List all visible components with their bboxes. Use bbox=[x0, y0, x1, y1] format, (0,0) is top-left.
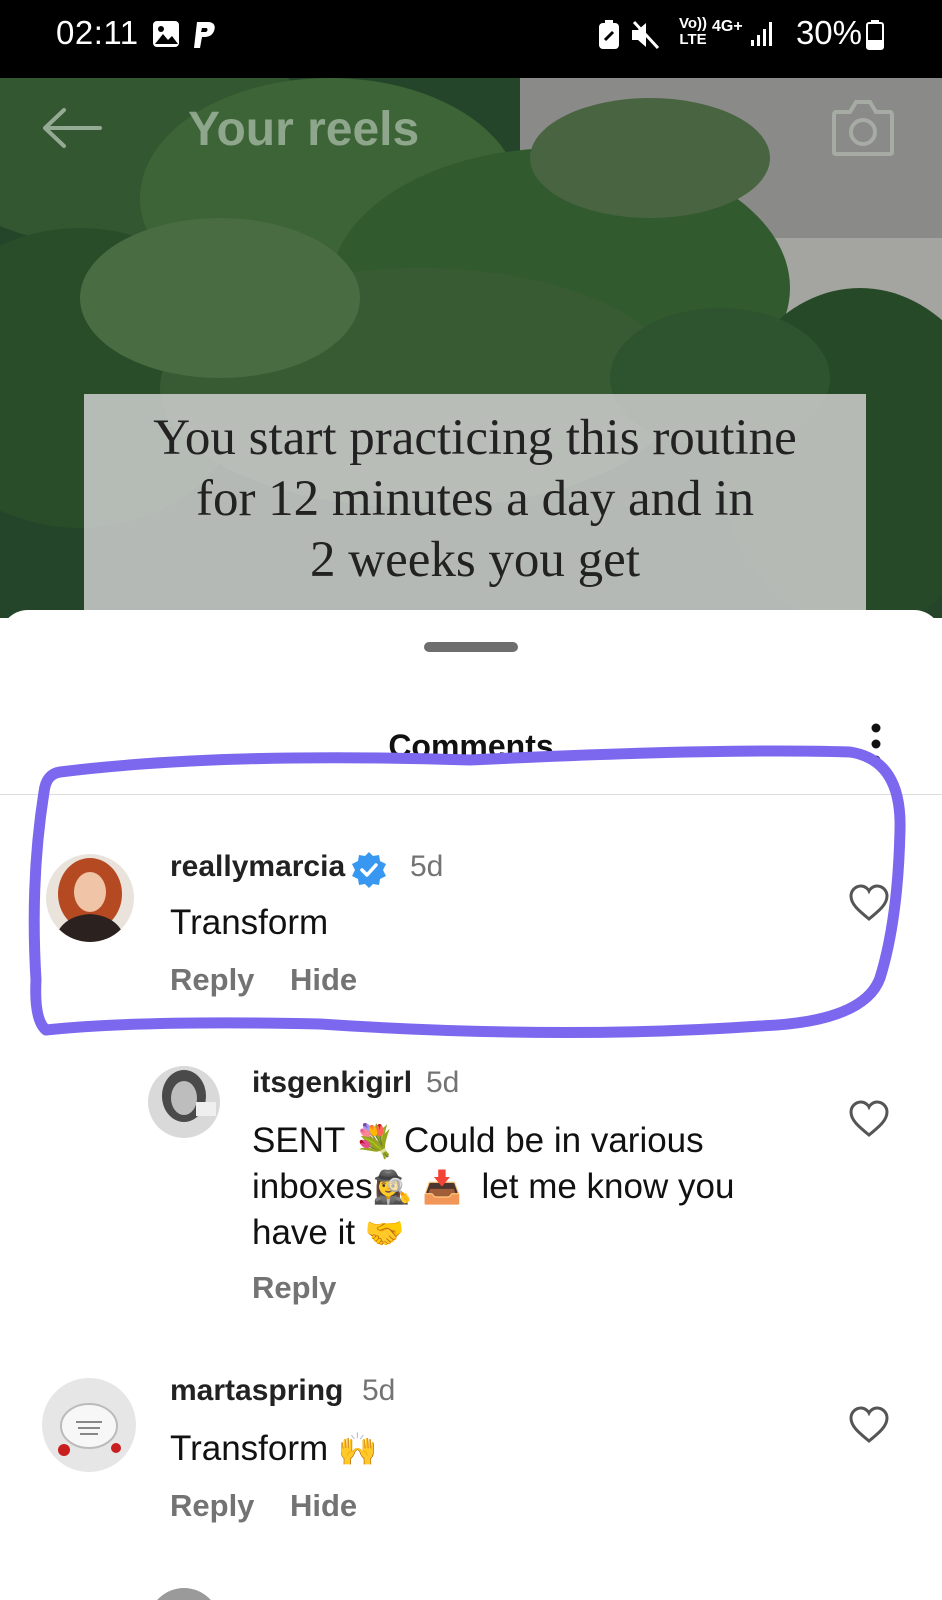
comment-text: SENT 💐 Could be in various inboxes🕵️‍♀️ … bbox=[252, 1118, 812, 1256]
comments-sheet: Comments reallymarcia 5d Transform Reply… bbox=[0, 610, 942, 1600]
text-segment: Transform bbox=[170, 1429, 329, 1468]
like-heart-icon[interactable] bbox=[848, 884, 890, 927]
caption-line: for 12 minutes a day and in bbox=[195, 471, 755, 527]
comment-text: Transform bbox=[170, 903, 329, 942]
comment-time: 5d bbox=[362, 1374, 396, 1407]
status-bar: 02:11 Vo)) LTE 4G+ 30% bbox=[0, 0, 942, 78]
mute-icon bbox=[630, 20, 662, 55]
text-segment: inboxes bbox=[252, 1167, 373, 1206]
page-title: Your reels bbox=[188, 103, 420, 156]
avatar[interactable] bbox=[42, 1378, 136, 1472]
like-heart-icon[interactable] bbox=[848, 1100, 890, 1143]
app-header: Your reels bbox=[0, 78, 942, 178]
handshake-emoji: 🤝 bbox=[364, 1215, 405, 1251]
detective-emoji: 🕵️‍♀️ bbox=[372, 1169, 413, 1205]
avatar[interactable] bbox=[148, 1066, 220, 1138]
like-heart-icon[interactable] bbox=[848, 1406, 890, 1449]
hide-button[interactable]: Hide bbox=[290, 962, 357, 998]
battery-percent: 30% bbox=[795, 14, 862, 51]
battery-saver-icon bbox=[598, 20, 620, 55]
comments-title: Comments bbox=[388, 728, 554, 764]
avatar[interactable] bbox=[46, 854, 134, 942]
comment-text: Transform 🙌 bbox=[170, 1426, 378, 1472]
verified-badge-icon bbox=[350, 851, 388, 894]
text-segment: Could be in various bbox=[404, 1121, 704, 1160]
reel-caption: You start practicing this routine for 12… bbox=[84, 394, 866, 614]
text-segment: let me know you bbox=[481, 1167, 735, 1206]
more-options-icon[interactable] bbox=[870, 722, 882, 771]
back-arrow-icon[interactable] bbox=[40, 106, 102, 155]
raising-hands-emoji: 🙌 bbox=[337, 1431, 378, 1467]
paypal-icon bbox=[192, 20, 218, 55]
avatar[interactable] bbox=[148, 1588, 220, 1600]
reply-button[interactable]: Reply bbox=[170, 1488, 254, 1524]
text-segment: SENT bbox=[252, 1121, 345, 1160]
comment-time: 5d bbox=[426, 1066, 460, 1099]
comment-username[interactable]: martaspring bbox=[170, 1374, 343, 1408]
reply-button[interactable]: Reply bbox=[252, 1270, 336, 1306]
battery-icon bbox=[866, 20, 884, 55]
gallery-icon bbox=[152, 20, 180, 53]
comment-username[interactable]: reallymarcia bbox=[170, 850, 345, 884]
hide-button[interactable]: Hide bbox=[290, 1488, 357, 1524]
signal-icon bbox=[750, 20, 776, 53]
network-type-icon: 4G+ bbox=[712, 18, 743, 35]
divider bbox=[0, 794, 942, 795]
status-time: 02:11 bbox=[56, 14, 139, 51]
comment-time: 5d bbox=[410, 850, 444, 883]
text-segment: have it bbox=[252, 1213, 356, 1252]
caption-line: You start practicing this routine bbox=[153, 410, 797, 466]
comment-username[interactable]: itsgenkigirl bbox=[252, 1066, 412, 1100]
volte-icon: Vo)) LTE bbox=[678, 15, 708, 48]
drag-handle[interactable] bbox=[424, 642, 518, 652]
reply-button[interactable]: Reply bbox=[170, 962, 254, 998]
caption-line: 2 weeks you get bbox=[309, 532, 640, 588]
inbox-emoji: 📥 bbox=[422, 1169, 463, 1205]
camera-icon[interactable] bbox=[830, 96, 896, 163]
bouquet-emoji: 💐 bbox=[354, 1123, 395, 1159]
